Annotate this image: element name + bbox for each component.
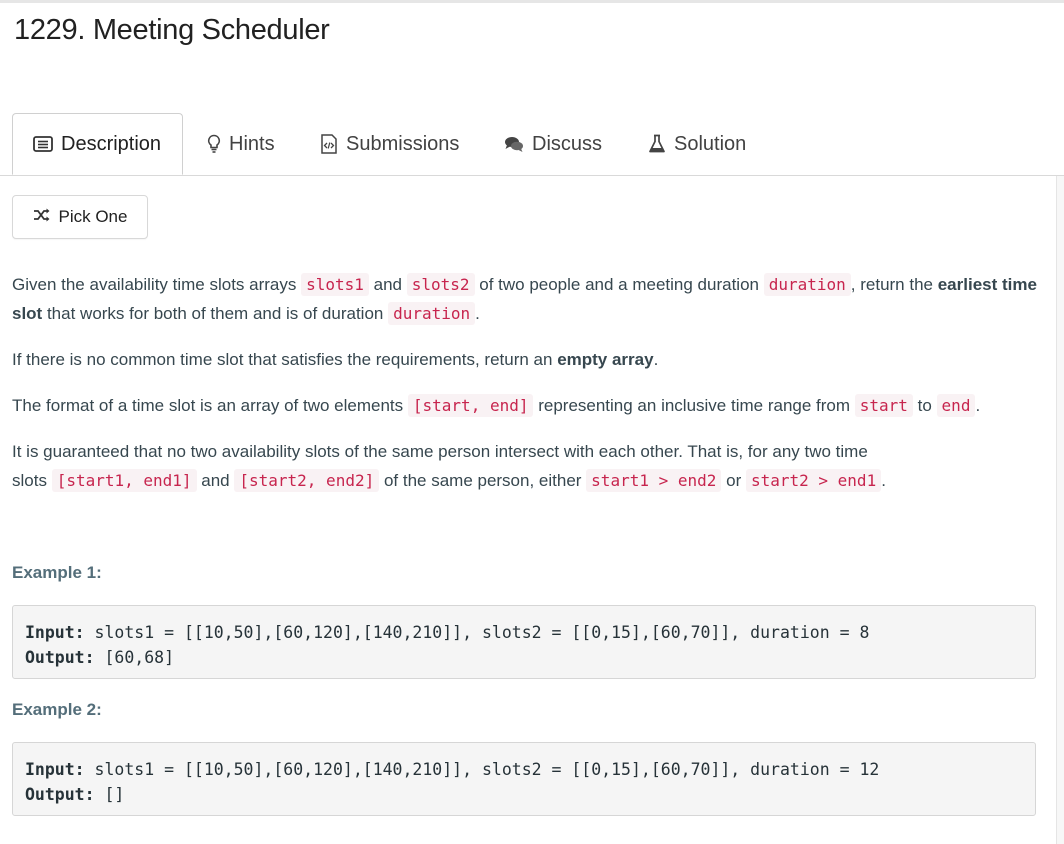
text: . (653, 350, 659, 369)
text: that works for both of them and is of du… (42, 304, 389, 323)
example-2-code-block: Input: slots1 = [[10,50],[60,120],[140,2… (12, 742, 1036, 816)
top-border (0, 0, 1064, 3)
right-panel-edge (1056, 176, 1064, 844)
text: of two people and a meeting duration (474, 275, 764, 294)
text: Given the availability time slots arrays (12, 275, 302, 294)
example-output: [60,68] (94, 648, 175, 667)
text: , return the (850, 275, 938, 294)
output-label: Output: (25, 648, 95, 667)
tab-label: Discuss (532, 132, 603, 155)
code-file-icon (320, 134, 338, 154)
tab-label: Submissions (346, 132, 460, 155)
tab-hints[interactable]: Hints (207, 113, 275, 175)
tab-submissions[interactable]: Submissions (320, 113, 459, 175)
tab-label: Description (61, 132, 162, 155)
text: or (721, 471, 746, 490)
tab-solution[interactable]: Solution (648, 113, 746, 175)
description-paragraph-1: Given the availability time slots arrays… (12, 270, 1040, 328)
tab-discuss[interactable]: Discuss (504, 113, 602, 175)
tab-description[interactable]: Description (12, 113, 183, 175)
text: of the same person, either (379, 471, 587, 490)
input-label: Input: (25, 623, 85, 642)
inline-code: duration (388, 302, 476, 325)
inline-code: slots2 (406, 273, 475, 296)
description-paragraph-3: The format of a time slot is an array of… (12, 391, 1040, 420)
inline-code: slots1 (301, 273, 369, 296)
description-icon (33, 136, 53, 152)
description-paragraph-2: If there is no common time slot that sat… (12, 345, 1040, 374)
text: It is guaranteed that no two availabilit… (12, 442, 868, 461)
tab-bar: Description Hints Submissions Discuss So… (0, 113, 1064, 176)
example-output: [] (94, 785, 125, 804)
example-input: slots1 = [[10,50],[60,120],[140,210]], s… (84, 760, 880, 779)
tab-bar-divider (0, 175, 1064, 176)
lightbulb-icon (207, 134, 221, 154)
inline-code: [start1, end1] (51, 469, 197, 492)
flask-icon (648, 134, 666, 154)
text: to (912, 396, 937, 415)
inline-code: duration (763, 273, 851, 296)
inline-code: start2 > end1 (745, 469, 882, 492)
text: . (881, 471, 886, 490)
text: representing an inclusive time range fro… (533, 396, 855, 415)
chat-bubbles-icon (504, 135, 524, 153)
tab-label: Solution (674, 132, 747, 155)
text: . (475, 304, 480, 323)
inline-code: [start2, end2] (234, 469, 380, 492)
page-title: 1229. Meeting Scheduler (14, 14, 330, 46)
example-2-label: Example 2: (12, 700, 102, 719)
inline-code: end (936, 394, 976, 417)
text: If there is no common time slot that sat… (12, 350, 558, 369)
inline-code: start1 > end2 (586, 469, 722, 492)
tab-label: Hints (229, 132, 275, 155)
text: slots (12, 471, 52, 490)
text: . (975, 396, 981, 415)
text: The format of a time slot is an array of… (12, 396, 408, 415)
pick-one-label: Pick One (58, 207, 128, 226)
inline-code: start (854, 394, 913, 417)
inline-code: [start, end] (407, 394, 534, 417)
pick-one-button[interactable]: Pick One (12, 195, 148, 239)
description-paragraph-4: It is guaranteed that no two availabilit… (12, 437, 1040, 495)
example-input: slots1 = [[10,50],[60,120],[140,210]], s… (84, 623, 870, 642)
shuffle-icon (33, 207, 51, 227)
input-label: Input: (25, 760, 85, 779)
example-1-code-block: Input: slots1 = [[10,50],[60,120],[140,2… (12, 605, 1036, 679)
text: and (368, 275, 407, 294)
example-1-label: Example 1: (12, 563, 102, 582)
text: and (196, 471, 235, 490)
output-label: Output: (25, 785, 95, 804)
problem-description: Given the availability time slots arrays… (12, 270, 1040, 512)
bold-text: empty array (557, 350, 654, 369)
